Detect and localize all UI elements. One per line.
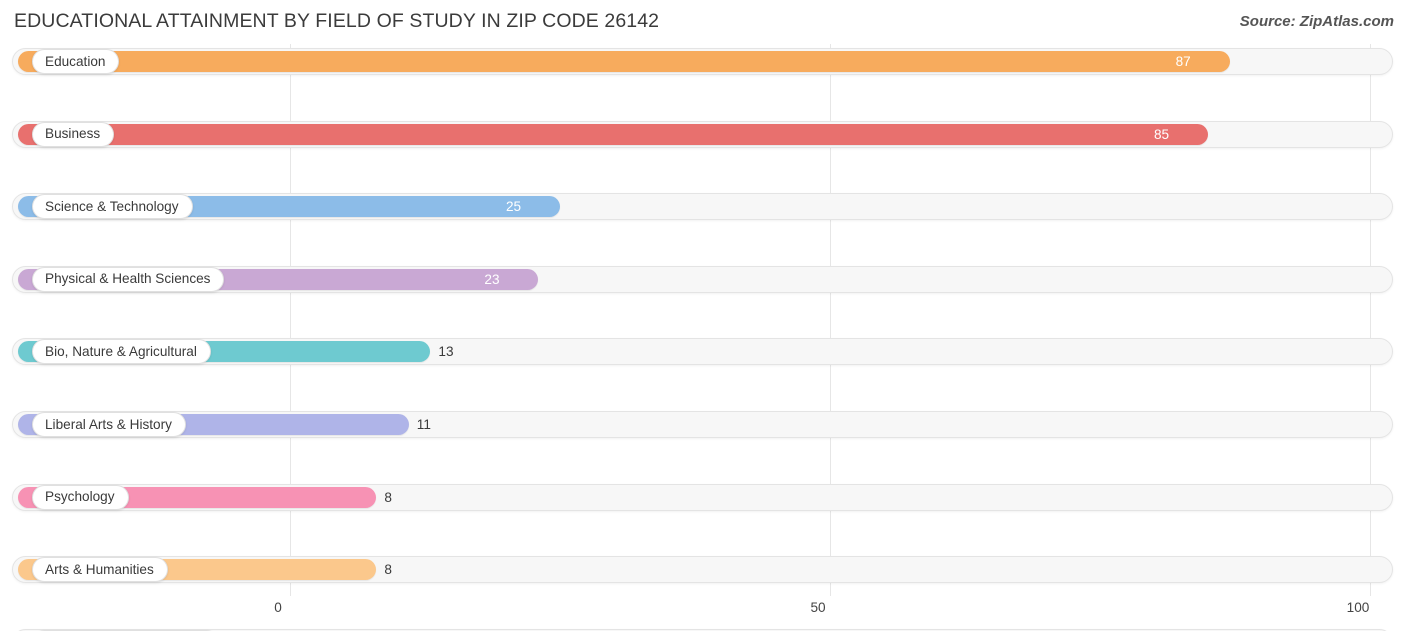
- bar-label-capsule: Arts & Humanities: [32, 557, 168, 583]
- bar-label-capsule: Bio, Nature & Agricultural: [32, 339, 211, 365]
- bar-category-label: Physical & Health Sciences: [45, 271, 211, 287]
- bar-row[interactable]: Psychology 8: [0, 480, 1406, 516]
- bar-value-label: 8: [384, 562, 392, 578]
- bar-value-label: 25: [506, 199, 522, 215]
- x-axis-tick-label: 100: [1346, 600, 1370, 615]
- bar-label-capsule: Physical & Health Sciences: [32, 266, 225, 292]
- bar-category-label: Business: [45, 126, 101, 142]
- bar-label-capsule: Education: [32, 49, 120, 74]
- bar-label-capsule: Liberal Arts & History: [32, 411, 186, 437]
- bar-row[interactable]: Education 87: [0, 44, 1406, 80]
- chart-page: EDUCATIONAL ATTAINMENT BY FIELD OF STUDY…: [0, 0, 1406, 631]
- bar-value-label: 85: [1154, 126, 1170, 142]
- chart-bar-rows: Education 87 Business 85 Science & Technolog…: [0, 44, 1406, 631]
- bar-value-label: 8: [384, 489, 392, 505]
- bar-fill[interactable]: [18, 123, 1208, 145]
- x-axis-tick-label: 0: [274, 600, 282, 615]
- bar-row[interactable]: Business 85: [0, 117, 1406, 153]
- bar-row[interactable]: Arts & Humanities 8: [0, 552, 1406, 588]
- x-axis: 0 50 100: [0, 596, 1406, 631]
- bar-value-label: 23: [484, 271, 500, 287]
- bar-row[interactable]: Bio, Nature & Agricultural 13: [0, 334, 1406, 370]
- bar-label-capsule: Psychology: [32, 484, 129, 510]
- bar-value-label: 13: [438, 344, 454, 360]
- source-attribution: Source: ZipAtlas.com: [1239, 13, 1394, 30]
- bar-category-label: Arts & Humanities: [45, 561, 154, 577]
- bar-row[interactable]: Physical & Health Sciences 23: [0, 262, 1406, 298]
- bar-value-label: 87: [1175, 54, 1191, 69]
- bar-category-label: Liberal Arts & History: [45, 416, 172, 432]
- chart-header: EDUCATIONAL ATTAINMENT BY FIELD OF STUDY…: [0, 0, 1406, 44]
- bar-category-label: Education: [45, 53, 106, 69]
- bar-fill[interactable]: [18, 51, 1230, 72]
- bar-category-label: Science & Technology: [45, 198, 179, 214]
- chart-plot-area: Education 87 Business 85 Science & Technolog…: [0, 44, 1406, 631]
- page-title: EDUCATIONAL ATTAINMENT BY FIELD OF STUDY…: [14, 10, 660, 32]
- bar-label-capsule: Science & Technology: [32, 194, 193, 220]
- x-axis-tick-label: 50: [810, 600, 826, 615]
- bar-category-label: Bio, Nature & Agricultural: [45, 344, 197, 360]
- bar-value-label: 11: [416, 416, 431, 432]
- bar-row[interactable]: Science & Technology 25: [0, 189, 1406, 225]
- bar-label-capsule: Business: [32, 121, 115, 147]
- bar-row[interactable]: Liberal Arts & History 11: [0, 407, 1406, 443]
- bar-category-label: Psychology: [45, 489, 115, 505]
